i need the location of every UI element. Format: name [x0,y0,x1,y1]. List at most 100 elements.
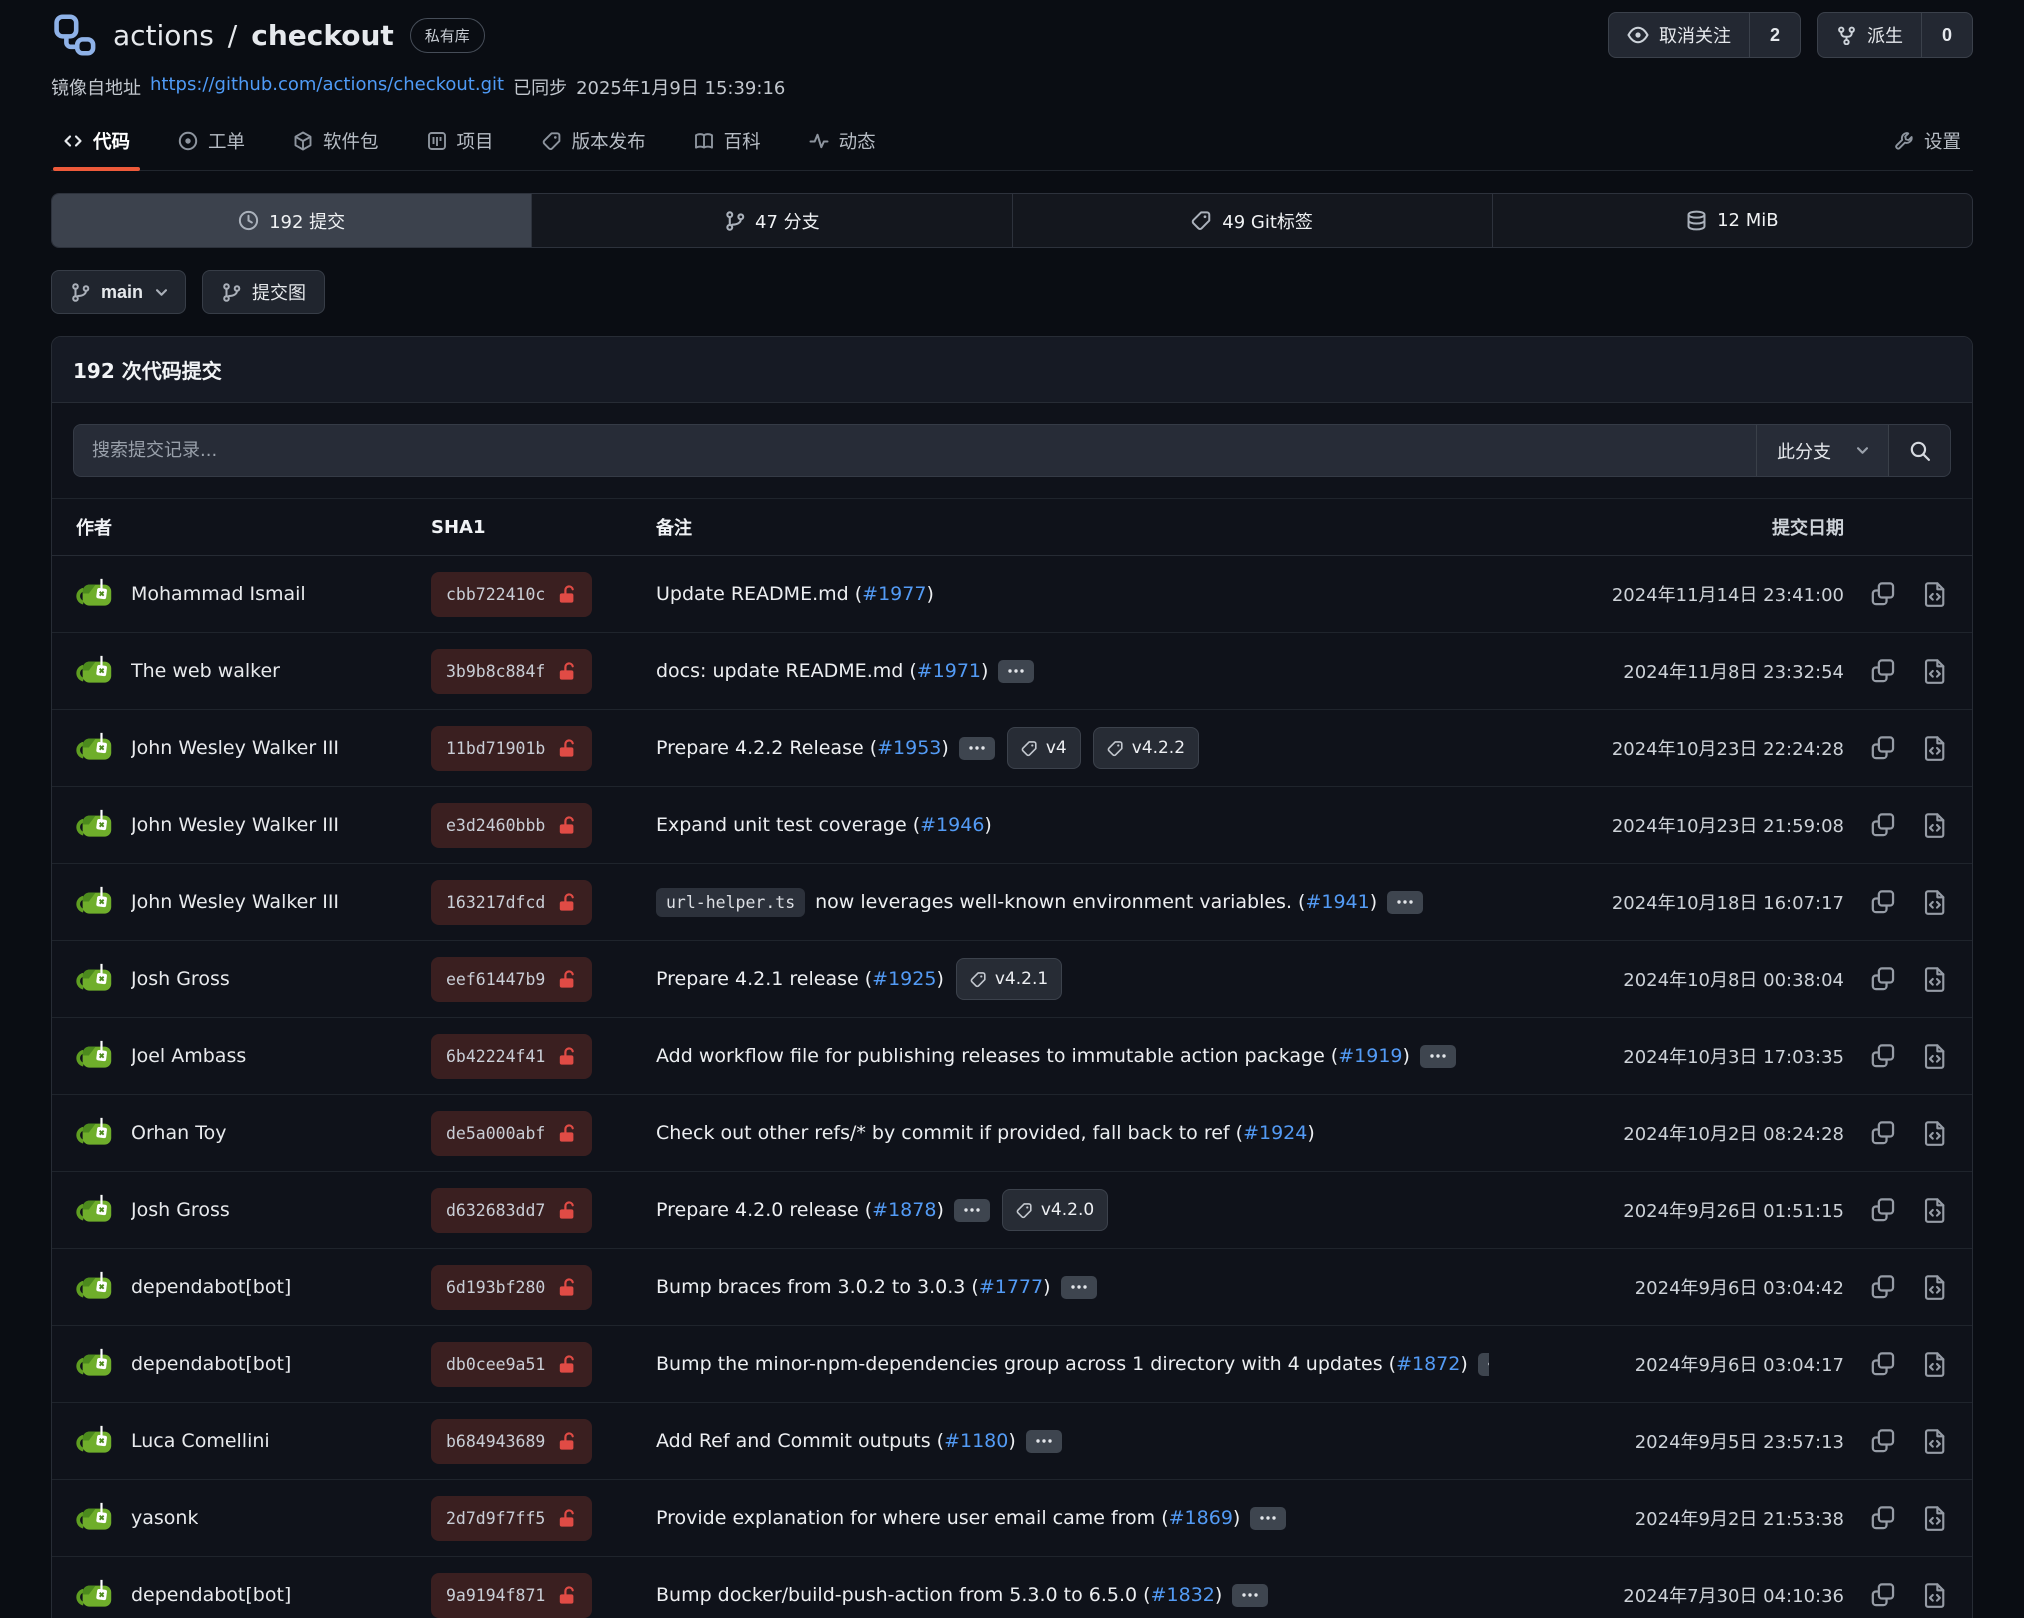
issue-link[interactable]: #1919 [1338,1045,1402,1067]
browse-source-button[interactable] [1922,1274,1948,1300]
browse-source-button[interactable] [1922,1428,1948,1454]
issue-link[interactable]: #1832 [1151,1584,1215,1606]
browse-source-button[interactable] [1922,889,1948,915]
avatar[interactable] [76,729,114,767]
tab-wiki[interactable]: 百科 [684,120,771,170]
repo-name-link[interactable]: checkout [251,19,394,52]
browse-source-button[interactable] [1922,966,1948,992]
expand-message-button[interactable] [1250,1507,1286,1530]
browse-source-button[interactable] [1922,581,1948,607]
forks-count[interactable]: 0 [1921,13,1972,57]
expand-message-button[interactable] [998,660,1034,683]
commit-sha-link[interactable]: 9a9194f871 [431,1573,592,1618]
copy-sha-button[interactable] [1870,889,1896,915]
repo-owner-link[interactable]: actions [113,19,214,52]
avatar[interactable] [76,960,114,998]
commit-sha-link[interactable]: 11bd71901b [431,726,592,771]
browse-source-button[interactable] [1922,1582,1948,1608]
tab-releases[interactable]: 版本发布 [532,120,656,170]
copy-sha-button[interactable] [1870,1582,1896,1608]
expand-message-button[interactable] [1232,1584,1268,1607]
expand-message-button[interactable] [1420,1045,1456,1068]
avatar[interactable] [76,1191,114,1229]
copy-sha-button[interactable] [1870,1505,1896,1531]
issue-link[interactable]: #1777 [979,1276,1043,1298]
browse-source-button[interactable] [1922,658,1948,684]
watchers-count[interactable]: 2 [1749,13,1800,57]
commit-sha-link[interactable]: 6d193bf280 [431,1265,592,1310]
avatar[interactable] [76,1422,114,1460]
avatar[interactable] [76,1499,114,1537]
tab-activity[interactable]: 动态 [799,120,886,170]
expand-message-button[interactable] [1478,1353,1489,1376]
browse-source-button[interactable] [1922,735,1948,761]
issue-link[interactable]: #1953 [877,737,941,759]
tab-packages[interactable]: 软件包 [283,120,389,170]
expand-message-button[interactable] [1026,1430,1062,1453]
branch-scope-dropdown[interactable]: 此分支 [1756,425,1888,476]
branch-selector[interactable]: main [51,270,186,314]
copy-sha-button[interactable] [1870,966,1896,992]
commit-sha-link[interactable]: cbb722410c [431,572,592,617]
copy-sha-button[interactable] [1870,1274,1896,1300]
commit-sha-link[interactable]: 6b42224f41 [431,1034,592,1079]
issue-link[interactable]: #1977 [862,583,926,605]
copy-sha-button[interactable] [1870,1351,1896,1377]
copy-sha-button[interactable] [1870,658,1896,684]
issue-link[interactable]: #1878 [872,1199,936,1221]
copy-sha-button[interactable] [1870,1043,1896,1069]
avatar[interactable] [76,1576,114,1614]
stat-branches[interactable]: 47 分支 [532,194,1012,247]
commit-sha-link[interactable]: b684943689 [431,1419,592,1464]
issue-link[interactable]: #1941 [1305,891,1369,913]
commit-sha-link[interactable]: e3d2460bbb [431,803,592,848]
browse-source-button[interactable] [1922,812,1948,838]
fork-button[interactable]: 派生 0 [1817,12,1973,58]
stat-tags[interactable]: 49 Git标签 [1013,194,1493,247]
commit-sha-link[interactable]: eef61447b9 [431,957,592,1002]
tab-code[interactable]: 代码 [53,120,140,170]
copy-sha-button[interactable] [1870,581,1896,607]
tab-projects[interactable]: 项目 [417,120,504,170]
browse-source-button[interactable] [1922,1197,1948,1223]
stat-size[interactable]: 12 MiB [1493,194,1972,247]
expand-message-button[interactable] [959,737,995,760]
issue-link[interactable]: #1971 [917,660,981,682]
browse-source-button[interactable] [1922,1043,1948,1069]
stat-commits[interactable]: 192 提交 [52,194,532,247]
copy-sha-button[interactable] [1870,1428,1896,1454]
commit-sha-link[interactable]: d632683dd7 [431,1188,592,1233]
avatar[interactable] [76,1268,114,1306]
copy-sha-button[interactable] [1870,1197,1896,1223]
avatar[interactable] [76,883,114,921]
issue-link[interactable]: #1872 [1396,1353,1460,1375]
expand-message-button[interactable] [954,1199,990,1222]
avatar[interactable] [76,652,114,690]
version-tag[interactable]: v4 [1007,727,1081,769]
commit-sha-link[interactable]: db0cee9a51 [431,1342,592,1387]
avatar[interactable] [76,1114,114,1152]
issue-link[interactable]: #1924 [1243,1122,1307,1144]
browse-source-button[interactable] [1922,1351,1948,1377]
issue-link[interactable]: #1946 [920,814,984,836]
issue-link[interactable]: #1925 [872,968,936,990]
version-tag[interactable]: v4.2.0 [1002,1189,1108,1231]
commit-sha-link[interactable]: 2d7d9f7ff5 [431,1496,592,1541]
commit-search-input[interactable] [74,425,1756,476]
expand-message-button[interactable] [1387,891,1423,914]
commit-sha-link[interactable]: 3b9b8c884f [431,649,592,694]
tab-settings[interactable]: 设置 [1884,120,1971,170]
commit-graph-button[interactable]: 提交图 [202,270,325,314]
avatar[interactable] [76,806,114,844]
issue-link[interactable]: #1180 [944,1430,1008,1452]
expand-message-button[interactable] [1061,1276,1097,1299]
avatar[interactable] [76,1345,114,1383]
tab-issues[interactable]: 工单 [168,120,255,170]
unwatch-button[interactable]: 取消关注 2 [1608,12,1801,58]
search-button[interactable] [1888,425,1950,476]
issue-link[interactable]: #1869 [1169,1507,1233,1529]
version-tag[interactable]: v4.2.2 [1093,727,1199,769]
commit-sha-link[interactable]: 163217dfcd [431,880,592,925]
browse-source-button[interactable] [1922,1120,1948,1146]
commit-sha-link[interactable]: de5a000abf [431,1111,592,1156]
